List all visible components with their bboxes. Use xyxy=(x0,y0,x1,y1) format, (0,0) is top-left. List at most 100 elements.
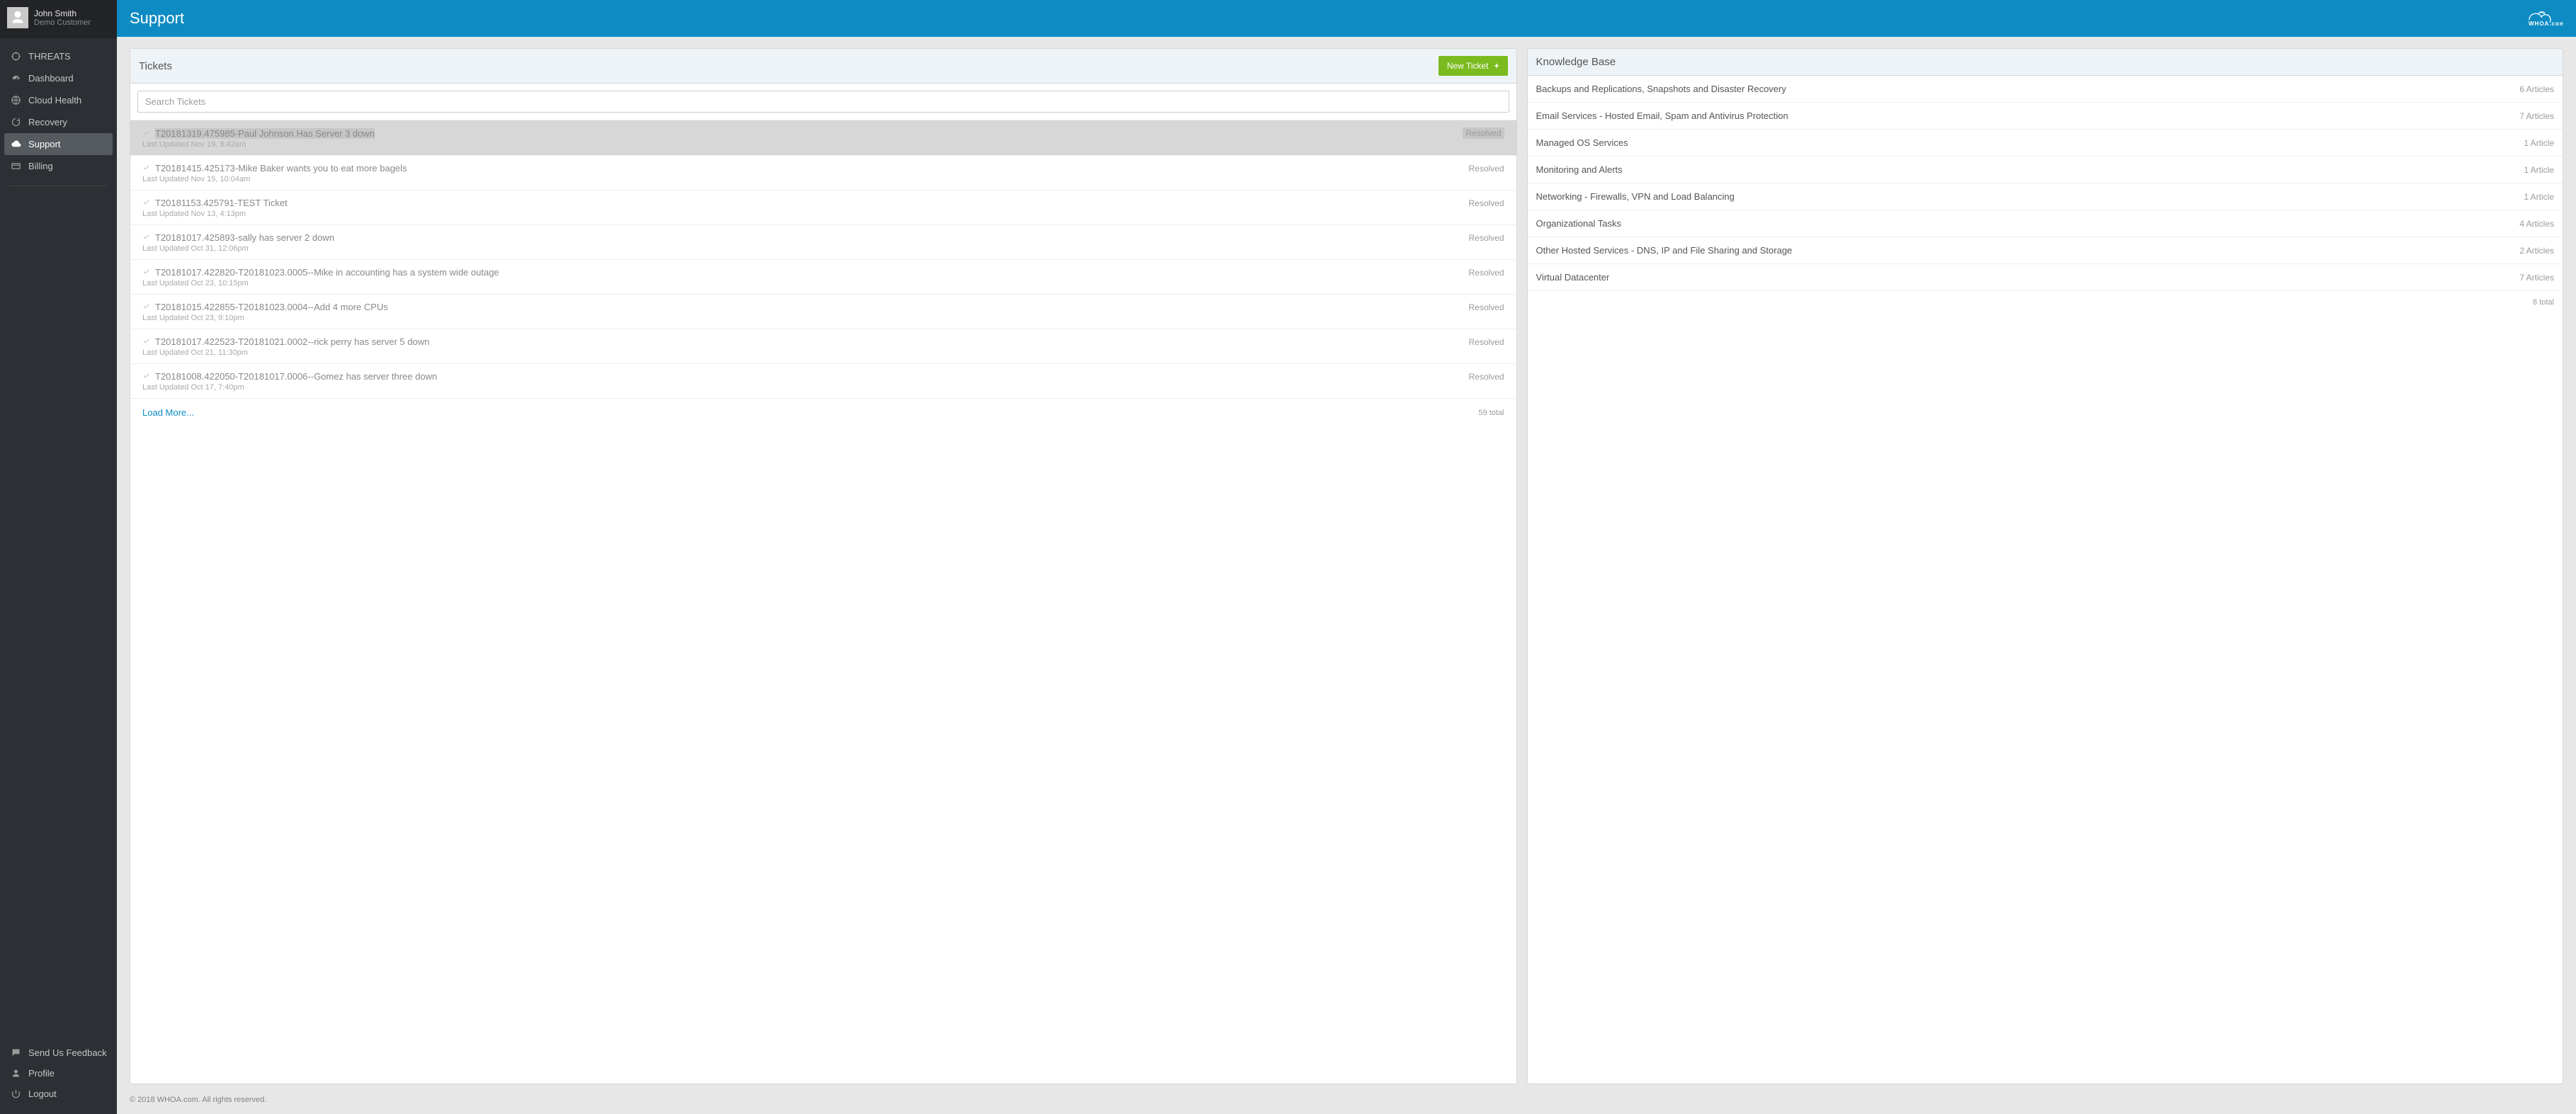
kb-item[interactable]: Networking - Firewalls, VPN and Load Bal… xyxy=(1528,183,2563,210)
ticket-status: Resolved xyxy=(1468,337,1504,347)
main-nav: THREATS Dashboard Cloud Health Recovery … xyxy=(0,38,117,1042)
ticket-title: T20181015.422855-T20181023.0004--Add 4 m… xyxy=(155,302,388,312)
ticket-updated: Last Updated Oct 31, 12:06pm xyxy=(142,244,1504,253)
nav-threats[interactable]: THREATS xyxy=(0,45,117,67)
kb-item-count: 4 Articles xyxy=(2519,219,2554,229)
kb-item-title: Managed OS Services xyxy=(1536,137,1628,148)
ticket-title: T20181017.425893-sally has server 2 down xyxy=(155,232,334,243)
globe-icon xyxy=(10,95,21,106)
plus-icon: + xyxy=(1494,61,1499,71)
ticket-status: Resolved xyxy=(1463,127,1504,139)
ticket-updated: Last Updated Oct 21, 11:30pm xyxy=(142,348,1504,357)
kb-item[interactable]: Backups and Replications, Snapshots and … xyxy=(1528,76,2563,103)
ticket-title: T20181017.422523-T20181021.0002--rick pe… xyxy=(155,336,429,347)
ticket-updated: Last Updated Oct 17, 7:40pm xyxy=(142,383,1504,392)
tickets-panel-head: Tickets New Ticket + xyxy=(130,49,1516,84)
check-icon xyxy=(142,302,150,312)
kb-item[interactable]: Email Services - Hosted Email, Spam and … xyxy=(1528,103,2563,130)
nav-label: Dashboard xyxy=(28,73,74,84)
recycle-icon xyxy=(10,117,21,127)
kb-item-count: 1 Article xyxy=(2524,165,2554,175)
kb-item-title: Email Services - Hosted Email, Spam and … xyxy=(1536,110,1788,121)
footer-text: © 2018 WHOA.com. All rights reserved. xyxy=(117,1096,2576,1114)
nav-label: Logout xyxy=(28,1089,57,1099)
content: Tickets New Ticket + T20181319.475985-Pa… xyxy=(117,37,2576,1096)
kb-item-title: Virtual Datacenter xyxy=(1536,272,1610,283)
new-ticket-button[interactable]: New Ticket + xyxy=(1439,56,1508,76)
nav-cloud-health[interactable]: Cloud Health xyxy=(0,89,117,111)
kb-list: Backups and Replications, Snapshots and … xyxy=(1528,76,2563,291)
nav-logout[interactable]: Logout xyxy=(0,1084,117,1104)
kb-item[interactable]: Managed OS Services 1 Article xyxy=(1528,130,2563,157)
cloud-icon xyxy=(10,139,21,149)
check-icon xyxy=(142,163,150,174)
kb-panel-head: Knowledge Base xyxy=(1528,49,2563,76)
tickets-footer: Load More... 59 total xyxy=(130,399,1516,429)
ticket-row[interactable]: T20181008.422050-T20181017.0006--Gomez h… xyxy=(130,364,1516,399)
nav-label: Billing xyxy=(28,161,53,171)
kb-item-count: 1 Article xyxy=(2524,192,2554,202)
ticket-title: T20181153.425791-TEST Ticket xyxy=(155,198,288,208)
topbar: Support WHOA.com xyxy=(117,0,2576,37)
kb-item-count: 1 Article xyxy=(2524,138,2554,148)
tickets-total: 59 total xyxy=(1478,409,1504,417)
main: Support WHOA.com Tickets New Ticket + xyxy=(117,0,2576,1114)
gauge-icon xyxy=(10,73,21,84)
ticket-updated: Last Updated Oct 23, 10:15pm xyxy=(142,279,1504,288)
ticket-row[interactable]: T20181319.475985-Paul Johnson Has Server… xyxy=(130,120,1516,156)
kb-item[interactable]: Other Hosted Services - DNS, IP and File… xyxy=(1528,237,2563,264)
nav-dashboard[interactable]: Dashboard xyxy=(0,67,117,89)
ticket-updated: Last Updated Oct 23, 9:10pm xyxy=(142,314,1504,322)
ticket-updated: Last Updated Nov 19, 8:42am xyxy=(142,140,1504,149)
new-ticket-label: New Ticket xyxy=(1447,61,1489,71)
card-icon xyxy=(10,161,21,171)
avatar xyxy=(7,7,28,28)
ticket-title: T20181319.475985-Paul Johnson Has Server… xyxy=(155,128,375,139)
ticket-row[interactable]: T20181415.425173-Mike Baker wants you to… xyxy=(130,156,1516,191)
chat-icon xyxy=(10,1047,21,1058)
kb-item-count: 6 Articles xyxy=(2519,84,2554,94)
bottom-nav: Send Us Feedback Profile Logout xyxy=(0,1042,117,1114)
ticket-title: T20181415.425173-Mike Baker wants you to… xyxy=(155,163,407,174)
kb-item-count: 7 Articles xyxy=(2519,111,2554,121)
search-tickets-input[interactable] xyxy=(137,91,1509,113)
ticket-row[interactable]: T20181017.422523-T20181021.0002--rick pe… xyxy=(130,329,1516,364)
ticket-row[interactable]: T20181017.422820-T20181023.0005--Mike in… xyxy=(130,260,1516,295)
ticket-updated: Last Updated Nov 13, 4:13pm xyxy=(142,210,1504,218)
ticket-title: T20181008.422050-T20181017.0006--Gomez h… xyxy=(155,371,437,382)
kb-item[interactable]: Organizational Tasks4 Articles xyxy=(1528,210,2563,237)
kb-item[interactable]: Virtual Datacenter 7 Articles xyxy=(1528,264,2563,291)
kb-item-title: Other Hosted Services - DNS, IP and File… xyxy=(1536,245,1793,256)
ticket-title: T20181017.422820-T20181023.0005--Mike in… xyxy=(155,267,499,278)
tickets-panel: Tickets New Ticket + T20181319.475985-Pa… xyxy=(130,48,1517,1084)
nav-support[interactable]: Support xyxy=(4,133,113,155)
kb-item-count: 2 Articles xyxy=(2519,246,2554,256)
svg-text:WHOA.com: WHOA.com xyxy=(2529,21,2563,27)
sidebar: John Smith Demo Customer THREATS Dashboa… xyxy=(0,0,117,1114)
kb-item-title: Monitoring and Alerts xyxy=(1536,164,1623,175)
kb-item[interactable]: Monitoring and Alerts 1 Article xyxy=(1528,157,2563,183)
crosshair-icon xyxy=(10,51,21,62)
kb-item-count: 7 Articles xyxy=(2519,273,2554,283)
kb-title: Knowledge Base xyxy=(1536,56,1616,68)
nav-profile[interactable]: Profile xyxy=(0,1063,117,1084)
load-more-link[interactable]: Load More... xyxy=(142,407,194,418)
nav-billing[interactable]: Billing xyxy=(0,155,117,177)
ticket-row[interactable]: T20181153.425791-TEST Ticket Resolved Last… xyxy=(130,191,1516,225)
ticket-status: Resolved xyxy=(1468,233,1504,243)
user-block[interactable]: John Smith Demo Customer xyxy=(0,0,117,38)
page-title: Support xyxy=(130,9,184,28)
check-icon xyxy=(142,198,150,208)
kb-total: 8 total xyxy=(1528,291,2563,319)
ticket-status: Resolved xyxy=(1468,268,1504,278)
nav-recovery[interactable]: Recovery xyxy=(0,111,117,133)
kb-panel: Knowledge Base Backups and Replications,… xyxy=(1527,48,2563,1084)
ticket-row[interactable]: T20181015.422855-T20181023.0004--Add 4 m… xyxy=(130,295,1516,329)
brand-logo: WHOA.com xyxy=(2522,7,2563,30)
nav-label: Cloud Health xyxy=(28,95,81,106)
ticket-status: Resolved xyxy=(1468,198,1504,208)
ticket-row[interactable]: T20181017.425893-sally has server 2 down… xyxy=(130,225,1516,260)
nav-feedback[interactable]: Send Us Feedback xyxy=(0,1042,117,1063)
check-icon xyxy=(142,336,150,347)
power-icon xyxy=(10,1089,21,1099)
